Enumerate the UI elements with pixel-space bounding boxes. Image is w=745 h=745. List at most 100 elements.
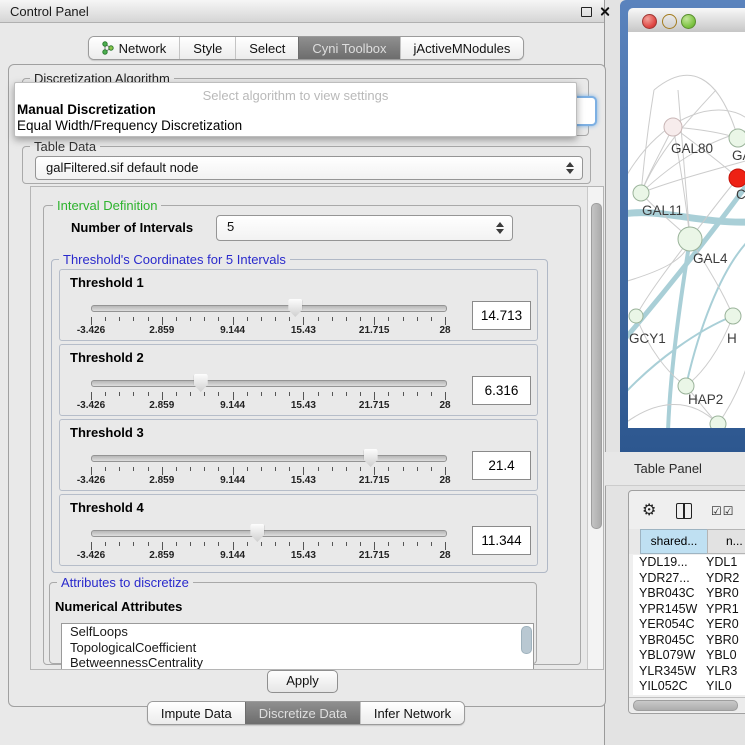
tick-mark <box>218 317 219 321</box>
network-edge <box>628 404 718 424</box>
tick-mark <box>431 392 432 396</box>
numerical-attributes-label: Numerical Attributes <box>55 599 182 614</box>
table-row[interactable]: YPR145W YPR1 <box>633 602 745 618</box>
threshold-2-slider-track[interactable] <box>91 380 447 387</box>
table-row[interactable]: YDR27...YDR2 <box>633 571 745 587</box>
threshold-2-value-field[interactable]: 6.316 <box>472 376 531 405</box>
attribute-list-item[interactable]: BetweennessCentrality <box>62 655 533 670</box>
threshold-3-value-field[interactable]: 21.4 <box>472 451 531 480</box>
network-node-gcy1[interactable] <box>629 309 643 323</box>
select-columns-checkbox-icons[interactable]: ☑☑ <box>711 504 735 518</box>
network-window-titlebar <box>628 8 745 33</box>
tick-mark <box>105 392 106 396</box>
attribute-list-item[interactable]: SelfLoops <box>62 624 533 640</box>
float-window-icon[interactable] <box>581 7 592 17</box>
tick-mark <box>133 392 134 396</box>
table-row[interactable]: YBR043C YBR0 <box>633 586 745 602</box>
bottom-tab-bar: Impute DataDiscretize DataInfer Network <box>8 701 604 725</box>
tick-labels: -3.4262.8599.14415.4321.71528 <box>91 550 445 561</box>
threshold-4-slider-handle[interactable] <box>250 524 264 542</box>
threshold-1-slider-track[interactable] <box>91 305 447 312</box>
tab-network[interactable]: Network <box>89 37 180 59</box>
table-row[interactable]: YBL079WYBL0 <box>633 648 745 664</box>
threshold-4-value-field[interactable]: 11.344 <box>472 526 531 555</box>
network-node-label: GAL80 <box>671 141 713 156</box>
table-row[interactable]: YER054CYER0 <box>633 617 745 633</box>
column-header-name[interactable]: n... <box>707 529 745 554</box>
tab-impute-data[interactable]: Impute Data <box>148 702 245 724</box>
threshold-1-slider-handle[interactable] <box>288 299 302 317</box>
thresholds-group-title: Threshold's Coordinates for 5 Intervals <box>59 252 290 267</box>
column-header-shared[interactable]: shared... <box>640 529 708 554</box>
tab-label: Cyni Toolbox <box>312 41 386 56</box>
split-columns-icon[interactable] <box>676 503 692 519</box>
popup-option-manual-discretization[interactable]: Manual Discretization <box>17 102 156 117</box>
tab-discretize-data[interactable]: Discretize Data <box>245 702 360 724</box>
list-scrollbar-thumb[interactable] <box>521 626 532 654</box>
network-node-label: GCY1 <box>629 331 666 346</box>
close-icon[interactable] <box>599 6 610 17</box>
tick-mark <box>346 392 347 396</box>
attributes-list[interactable]: SelfLoopsTopologicalCoefficientBetweenne… <box>61 623 534 670</box>
apply-button[interactable]: Apply <box>267 670 338 693</box>
network-node-label: GAL11 <box>642 203 683 218</box>
network-node-ga[interactable] <box>729 129 745 147</box>
tick-marks <box>91 467 445 475</box>
popup-option-equal-width-frequency[interactable]: Equal Width/Frequency Discretization <box>17 118 242 133</box>
gear-icon[interactable]: ⚙ <box>642 502 656 518</box>
cell-name: YBR0 <box>706 586 739 602</box>
table-row[interactable]: YLR345WYLR3 <box>633 664 745 680</box>
network-node-c[interactable] <box>729 169 745 187</box>
tab-infer-network[interactable]: Infer Network <box>360 702 464 724</box>
threshold-1-value-field[interactable]: 14.713 <box>472 301 531 330</box>
threshold-3-slider-track[interactable] <box>91 455 447 462</box>
tab-style[interactable]: Style <box>179 37 235 59</box>
tick-mark <box>403 467 404 471</box>
tick-mark <box>445 317 446 325</box>
table-row[interactable]: YIL052CYIL0 <box>633 679 745 695</box>
table-row[interactable]: YDL19...YDL1 <box>633 555 745 571</box>
tab-jactivemnodules[interactable]: jActiveMNodules <box>400 37 524 59</box>
close-traffic-light-icon[interactable] <box>642 14 657 29</box>
attribute-list-item[interactable]: TopologicalCoefficient <box>62 640 533 656</box>
zoom-traffic-light-icon[interactable] <box>681 14 696 29</box>
threshold-2-slider-handle[interactable] <box>194 374 208 392</box>
threshold-3-box: Threshold 3 -3.4262.8599.14415.4321.7152… <box>59 419 538 491</box>
network-node-gal80[interactable] <box>664 118 682 136</box>
network-node-gal4[interactable] <box>678 227 702 251</box>
cell-shared-name: YPR145W <box>639 602 697 618</box>
table-hscrollbar-thumb[interactable] <box>633 700 738 711</box>
tick-label: 21.715 <box>359 475 390 486</box>
cell-shared-name: YBR043C <box>639 586 695 602</box>
num-intervals-value: 5 <box>227 219 234 234</box>
tab-select[interactable]: Select <box>235 37 298 59</box>
tick-labels: -3.4262.8599.14415.4321.71528 <box>91 325 445 336</box>
tab-label: jActiveMNodules <box>414 41 511 56</box>
threshold-3-slider-handle[interactable] <box>364 449 378 467</box>
network-node-h[interactable] <box>725 308 741 324</box>
combo-spinner-icon <box>496 222 505 234</box>
tick-label: 9.144 <box>220 475 245 486</box>
tick-mark <box>119 392 120 396</box>
table-data-combo[interactable]: galFiltered.sif default node <box>35 156 583 180</box>
minimize-traffic-light-icon[interactable] <box>662 14 677 29</box>
tick-mark <box>176 542 177 546</box>
num-intervals-label: Number of Intervals <box>71 220 193 235</box>
network-canvas[interactable]: GAL80GAGAL11CGAL4GCY1HHAP2 <box>628 32 745 428</box>
network-node[interactable] <box>710 416 726 428</box>
tick-label: 15.43 <box>291 475 316 486</box>
cell-name: YPR1 <box>706 602 739 618</box>
table-hscrollbar[interactable] <box>629 697 745 712</box>
tick-label: 28 <box>439 325 450 336</box>
tick-mark <box>275 317 276 321</box>
tab-cyni-toolbox[interactable]: Cyni Toolbox <box>298 37 399 59</box>
network-node-gal11[interactable] <box>633 185 649 201</box>
tick-mark <box>445 467 446 475</box>
attributes-group-title: Attributes to discretize <box>57 575 193 590</box>
num-intervals-combo[interactable]: 5 <box>216 215 513 241</box>
tick-mark <box>91 392 92 400</box>
settings-vscrollbar[interactable] <box>587 187 604 669</box>
settings-vscrollbar-thumb[interactable] <box>591 203 602 529</box>
threshold-4-slider-track[interactable] <box>91 530 447 537</box>
table-row[interactable]: YBR045CYBR0 <box>633 633 745 649</box>
